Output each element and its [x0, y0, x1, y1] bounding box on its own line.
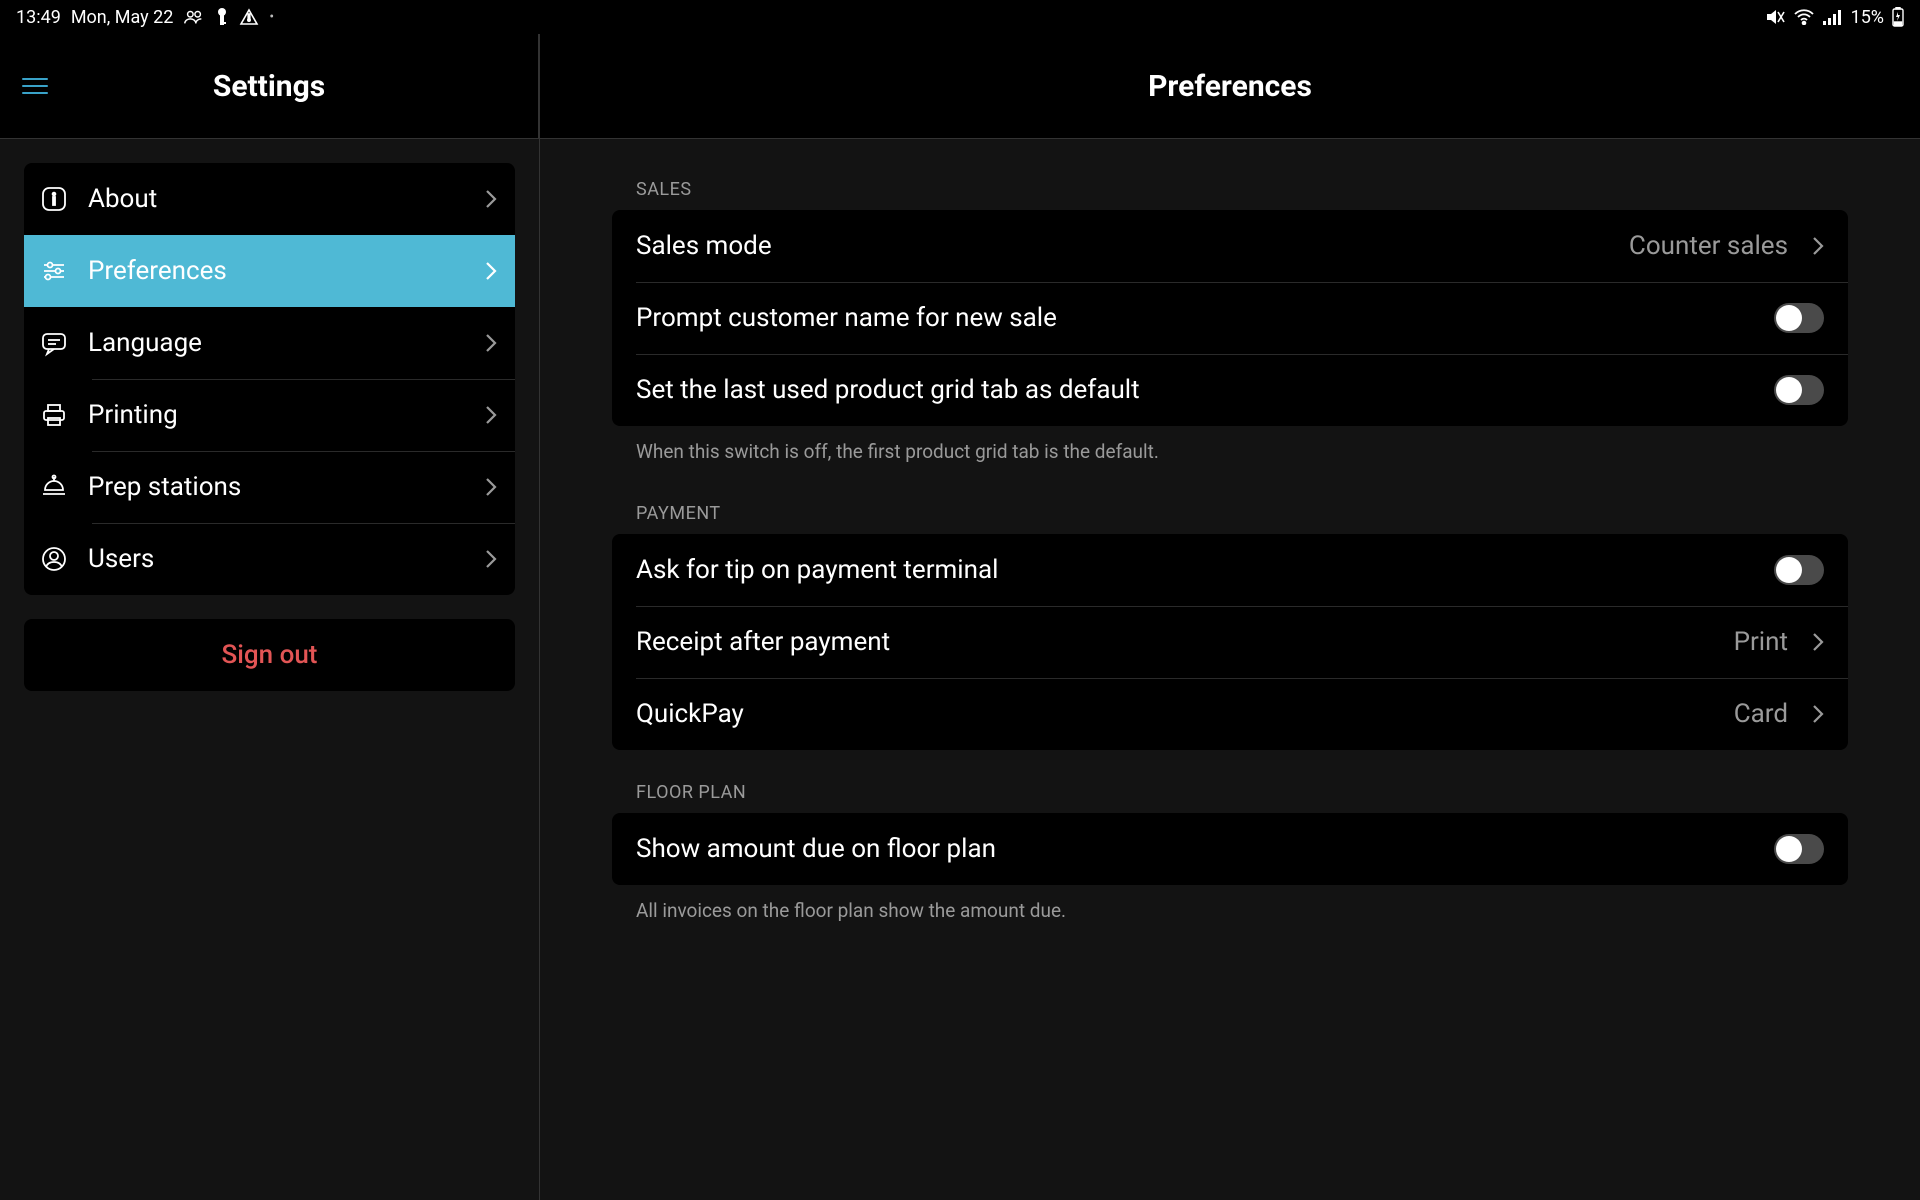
- row-value: Print: [1734, 627, 1788, 657]
- section-header-payment: PAYMENT: [612, 487, 1848, 534]
- row-label: Receipt after payment: [636, 627, 1718, 657]
- people-icon: [183, 9, 205, 25]
- sidebar-item-printing[interactable]: Printing: [24, 379, 515, 451]
- triangle-icon: [239, 8, 259, 26]
- row-value: Counter sales: [1629, 231, 1788, 261]
- signout-label: Sign out: [222, 640, 318, 670]
- section-header-floorplan: FLOOR PLAN: [612, 750, 1848, 813]
- sidebar-item-language[interactable]: Language: [24, 307, 515, 379]
- row-label: Show amount due on floor plan: [636, 834, 1758, 864]
- chevron-right-icon: [485, 261, 497, 281]
- row-quickpay[interactable]: QuickPay Card: [612, 678, 1848, 750]
- dot-icon: •: [269, 9, 274, 25]
- row-ask-tip: Ask for tip on payment terminal: [612, 534, 1848, 606]
- key-icon: [215, 8, 229, 26]
- status-bar: 13:49 Mon, May 22 • 15%: [0, 0, 1920, 34]
- toggle-last-used-tab[interactable]: [1774, 375, 1824, 405]
- chevron-right-icon: [485, 333, 497, 353]
- info-icon: [38, 183, 70, 215]
- group-sales: Sales mode Counter sales Prompt customer…: [612, 210, 1848, 426]
- sidebar-item-label: Prep stations: [88, 472, 467, 502]
- section-header-sales: SALES: [612, 163, 1848, 210]
- row-value: Card: [1734, 699, 1788, 729]
- chevron-right-icon: [485, 549, 497, 569]
- toggle-show-amount[interactable]: [1774, 834, 1824, 864]
- helper-sales: When this switch is off, the first produ…: [612, 426, 1848, 487]
- row-label: Sales mode: [636, 231, 1613, 261]
- signal-icon: [1823, 9, 1843, 25]
- chevron-right-icon: [485, 405, 497, 425]
- toggle-prompt-customer[interactable]: [1774, 303, 1824, 333]
- signout-button[interactable]: Sign out: [24, 619, 515, 691]
- sidebar-item-about[interactable]: About: [24, 163, 515, 235]
- mute-icon: [1765, 8, 1785, 26]
- chevron-right-icon: [485, 189, 497, 209]
- sidebar-item-label: Language: [88, 328, 467, 358]
- chevron-right-icon: [1812, 632, 1824, 652]
- sidebar-item-users[interactable]: Users: [24, 523, 515, 595]
- sidebar-nav: About Preferences: [24, 163, 515, 595]
- sidebar-header: Settings: [0, 34, 539, 139]
- bell-icon: [38, 471, 70, 503]
- row-prompt-customer: Prompt customer name for new sale: [612, 282, 1848, 354]
- main-header: Preferences: [540, 34, 1920, 139]
- sidebar-title: Settings: [22, 69, 516, 104]
- row-label: QuickPay: [636, 699, 1718, 729]
- status-time: 13:49: [16, 7, 61, 28]
- group-floorplan: Show amount due on floor plan: [612, 813, 1848, 885]
- chevron-right-icon: [485, 477, 497, 497]
- row-receipt[interactable]: Receipt after payment Print: [612, 606, 1848, 678]
- sidebar-item-label: Printing: [88, 400, 467, 430]
- printer-icon: [38, 399, 70, 431]
- group-payment: Ask for tip on payment terminal Receipt …: [612, 534, 1848, 750]
- row-label: Set the last used product grid tab as de…: [636, 375, 1758, 405]
- row-label: Prompt customer name for new sale: [636, 303, 1758, 333]
- row-sales-mode[interactable]: Sales mode Counter sales: [612, 210, 1848, 282]
- sliders-icon: [38, 255, 70, 287]
- main-content: SALES Sales mode Counter sales Prompt cu…: [540, 139, 1920, 1200]
- wifi-icon: [1793, 9, 1815, 25]
- sidebar-item-label: Users: [88, 544, 467, 574]
- sidebar-item-preferences[interactable]: Preferences: [24, 235, 515, 307]
- chevron-right-icon: [1812, 704, 1824, 724]
- toggle-ask-tip[interactable]: [1774, 555, 1824, 585]
- chat-icon: [38, 327, 70, 359]
- status-date: Mon, May 22: [71, 7, 174, 28]
- sidebar-item-prep-stations[interactable]: Prep stations: [24, 451, 515, 523]
- row-show-amount: Show amount due on floor plan: [612, 813, 1848, 885]
- row-last-used-tab: Set the last used product grid tab as de…: [612, 354, 1848, 426]
- page-title: Preferences: [1148, 69, 1312, 104]
- helper-floorplan: All invoices on the floor plan show the …: [612, 885, 1848, 946]
- row-label: Ask for tip on payment terminal: [636, 555, 1758, 585]
- battery-icon: [1892, 7, 1904, 27]
- chevron-right-icon: [1812, 236, 1824, 256]
- sidebar-item-label: About: [88, 184, 467, 214]
- sidebar-item-label: Preferences: [88, 256, 467, 286]
- status-battery: 15%: [1851, 7, 1884, 28]
- user-icon: [38, 543, 70, 575]
